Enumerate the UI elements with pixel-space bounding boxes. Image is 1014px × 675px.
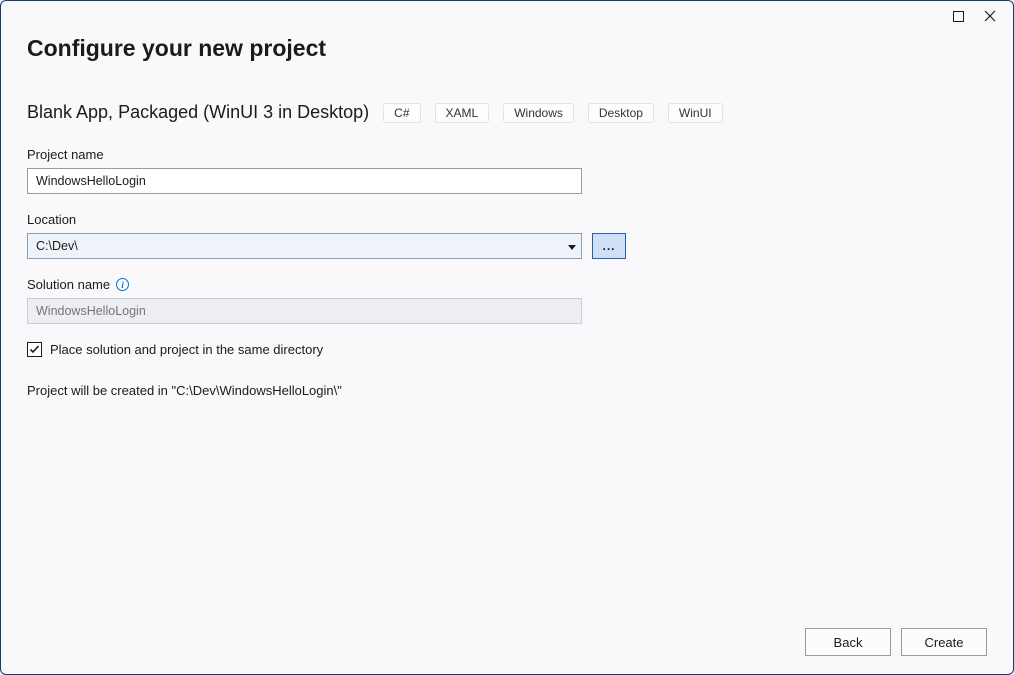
location-label: Location <box>27 212 987 227</box>
same-directory-row: Place solution and project in the same d… <box>27 342 987 357</box>
location-input[interactable] <box>27 233 582 259</box>
close-icon[interactable] <box>983 9 997 23</box>
same-directory-label: Place solution and project in the same d… <box>50 342 323 357</box>
template-row: Blank App, Packaged (WinUI 3 in Desktop)… <box>27 102 987 123</box>
creation-path-text: Project will be created in "C:\Dev\Windo… <box>27 383 987 398</box>
back-button[interactable]: Back <box>805 628 891 656</box>
tag-windows: Windows <box>503 103 574 123</box>
tag-csharp: C# <box>383 103 420 123</box>
maximize-icon[interactable] <box>951 9 965 23</box>
solution-name-label: Solution name i <box>27 277 987 292</box>
template-name: Blank App, Packaged (WinUI 3 in Desktop) <box>27 102 369 123</box>
dialog-window: Configure your new project Blank App, Pa… <box>0 0 1014 675</box>
checkmark-icon <box>29 344 40 355</box>
titlebar <box>951 1 1013 31</box>
browse-button[interactable]: ... <box>592 233 626 259</box>
solution-name-label-text: Solution name <box>27 277 110 292</box>
tag-desktop: Desktop <box>588 103 654 123</box>
page-title: Configure your new project <box>27 35 987 62</box>
location-combo[interactable] <box>27 233 582 259</box>
solution-name-group: Solution name i <box>27 277 987 324</box>
info-icon[interactable]: i <box>116 278 129 291</box>
same-directory-checkbox[interactable] <box>27 342 42 357</box>
location-group: Location ... <box>27 212 987 259</box>
footer: Back Create <box>805 628 987 656</box>
project-name-group: Project name <box>27 147 987 194</box>
create-button[interactable]: Create <box>901 628 987 656</box>
project-name-input[interactable] <box>27 168 582 194</box>
solution-name-input <box>27 298 582 324</box>
tag-xaml: XAML <box>435 103 490 123</box>
project-name-label: Project name <box>27 147 987 162</box>
tag-winui: WinUI <box>668 103 723 123</box>
content-area: Configure your new project Blank App, Pa… <box>1 1 1013 398</box>
